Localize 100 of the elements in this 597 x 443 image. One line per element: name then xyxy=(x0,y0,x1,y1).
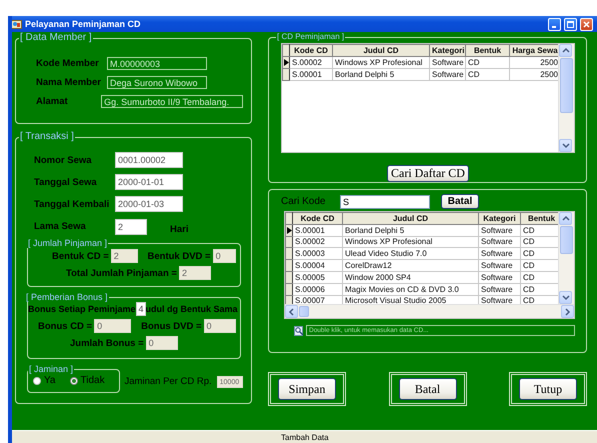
close-button[interactable] xyxy=(580,18,593,30)
row-selector[interactable] xyxy=(286,260,292,272)
row-selector[interactable] xyxy=(286,271,292,284)
column-header: Kode CD xyxy=(290,44,332,56)
caret-icon xyxy=(287,307,296,316)
text-field[interactable]: 0 xyxy=(146,336,178,350)
row-selector[interactable] xyxy=(286,236,292,248)
text-field[interactable]: 2000-01-03 xyxy=(115,196,183,212)
maximize-icon xyxy=(567,20,574,28)
row-selector[interactable] xyxy=(286,283,292,296)
field-label: Tanggal Kembali xyxy=(34,198,110,210)
close-icon xyxy=(583,20,590,28)
table-cell[interactable]: Software xyxy=(478,236,520,248)
text-field[interactable]: M.00000003 xyxy=(107,57,207,70)
field-label: Kode Member xyxy=(36,58,100,69)
text-field[interactable]: 2 xyxy=(110,249,138,263)
radio-button[interactable] xyxy=(33,376,41,384)
table-cell[interactable]: S.00006 xyxy=(292,283,342,296)
table-cell[interactable]: S.00002 xyxy=(290,56,332,68)
row-selector[interactable] xyxy=(286,224,292,236)
table-cell[interactable]: Software xyxy=(478,260,520,272)
action-button[interactable]: Simpan xyxy=(278,378,336,400)
minimize-button[interactable] xyxy=(548,18,561,30)
table-cell[interactable]: S.00001 xyxy=(292,224,342,236)
text-field[interactable]: 0 xyxy=(94,319,132,333)
field-label: Alamat xyxy=(36,96,69,107)
group-title: [ CD Peminjaman ] xyxy=(276,33,346,41)
table-cell[interactable]: Windows XP Profesional xyxy=(332,56,430,68)
field-label: Bonus CD = xyxy=(38,320,92,332)
field-label: udul dg Bentuk Sama xyxy=(146,304,238,314)
vertical-scrollbar[interactable] xyxy=(558,212,574,304)
table-cell[interactable]: Ulead Video Studio 7.0 xyxy=(342,248,478,260)
field-label: Hari xyxy=(170,224,188,235)
field-label: Bonus DVD = xyxy=(141,320,202,332)
field-label: Bentuk CD = xyxy=(52,250,109,262)
status-text: Tambah Data xyxy=(281,432,329,442)
table-cell[interactable]: Borland Delphi 5 xyxy=(342,224,478,236)
scroll-thumb[interactable] xyxy=(560,226,573,254)
search-button[interactable]: Cari Daftar CD xyxy=(387,165,469,182)
action-button[interactable]: Batal xyxy=(398,378,456,400)
scroll-thumb[interactable] xyxy=(560,58,573,113)
radio-button[interactable] xyxy=(70,376,78,384)
text-field[interactable]: 0001.00002 xyxy=(115,152,183,168)
field-label: Jumlah Bonus = xyxy=(70,338,144,348)
row-selector[interactable] xyxy=(282,68,290,80)
table-cell[interactable]: S.00003 xyxy=(292,248,342,260)
table-cell[interactable]: S.00002 xyxy=(292,236,342,248)
text-field[interactable]: 2 xyxy=(115,218,147,234)
field-label: Nomor Sewa xyxy=(34,154,93,166)
group-title: [ Jumlah Pinjaman ] xyxy=(27,239,108,248)
table-cell[interactable]: Borland Delphi 5 xyxy=(332,68,430,80)
table-cell[interactable]: Software xyxy=(478,283,520,296)
text-field[interactable]: Dega Surono Wibowo xyxy=(107,76,207,89)
window-title: Pelayanan Peminjaman CD xyxy=(25,19,142,29)
number-field[interactable]: 4 xyxy=(136,302,146,316)
field-label: Bentuk DVD = xyxy=(148,250,211,262)
vertical-scrollbar[interactable] xyxy=(558,44,574,152)
magnifier-icon xyxy=(294,326,304,336)
scroll-thumb[interactable] xyxy=(299,306,309,317)
column-header: Bentuk xyxy=(466,44,510,56)
row-selector[interactable] xyxy=(282,56,290,68)
cancel-button[interactable]: Batal xyxy=(441,194,479,209)
column-header: Kategori xyxy=(430,44,466,56)
horizontal-scrollbar[interactable] xyxy=(285,304,574,318)
group-title: [ Transaksi ] xyxy=(19,132,75,142)
table-cell[interactable]: S.00005 xyxy=(292,271,342,284)
field-label: Tanggal Sewa xyxy=(34,176,98,188)
maximize-button[interactable] xyxy=(564,18,577,30)
current-row-icon xyxy=(287,226,292,234)
action-button[interactable]: Tutup xyxy=(519,378,577,400)
table-cell[interactable]: CorelDraw12 xyxy=(342,260,478,272)
table-cell[interactable]: Software xyxy=(478,248,520,260)
group-title: [ Data Member ] xyxy=(19,33,93,43)
field-label: Nama Member xyxy=(36,77,102,88)
table-cell[interactable]: Software xyxy=(478,271,520,284)
text-field[interactable]: 2000-01-01 xyxy=(115,174,183,190)
group-title: [ Pemberian Bonus ] xyxy=(25,293,109,302)
text-field[interactable]: 0 xyxy=(212,249,236,263)
row-selector[interactable] xyxy=(286,248,292,260)
table-cell[interactable]: Software xyxy=(430,56,466,68)
field-label: Total Jumlah Pinjaman = xyxy=(66,268,177,278)
column-header: Judul CD xyxy=(332,44,430,56)
text-field[interactable]: 2 xyxy=(178,266,211,280)
text-field[interactable]: 0 xyxy=(204,319,236,333)
search-field[interactable]: S xyxy=(340,194,430,208)
table-cell[interactable]: S.00001 xyxy=(290,68,332,80)
column-header: Kode CD xyxy=(292,212,342,224)
caret-icon xyxy=(561,141,570,150)
table-cell[interactable]: Windows XP Profesional xyxy=(342,236,478,248)
table-cell[interactable]: Software xyxy=(430,68,466,80)
table-cell[interactable]: S.00004 xyxy=(292,260,342,272)
table-cell[interactable]: Magix Movies on CD & DVD 3.0 xyxy=(342,283,478,296)
table-cell[interactable]: CD xyxy=(466,56,510,68)
table-cell[interactable]: Window 2000 SP4 xyxy=(342,271,478,284)
field-label: Ya xyxy=(44,375,56,386)
table-cell[interactable]: CD xyxy=(466,68,510,80)
column-header: Judul CD xyxy=(342,212,478,224)
text-field[interactable]: Gg. Sumurboto II/9 Tembalang. xyxy=(101,95,243,108)
group-title: [ Jaminan ] xyxy=(28,365,74,374)
table-cell[interactable]: Software xyxy=(478,224,520,236)
